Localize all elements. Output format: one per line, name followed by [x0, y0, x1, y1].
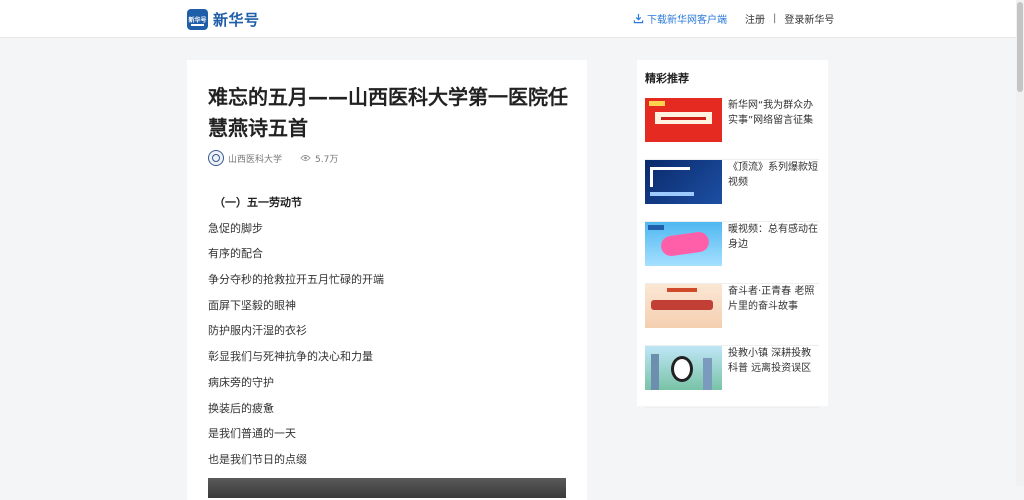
recommendation-title[interactable]: 暖视频：总有感动在身边 [728, 222, 820, 252]
article-card: 难忘的五月——山西医科大学第一医院任慧燕诗五首 山西医科大学 5.7万 （一）五… [187, 60, 587, 500]
poem-line: 争分夺秒的抢救拉开五月忙碌的开端 [208, 273, 384, 287]
article-meta: 山西医科大学 5.7万 [208, 150, 338, 166]
page-scrollbar[interactable] [1016, 0, 1024, 486]
poem-line: 防护服内汗湿的衣衫 [208, 324, 307, 338]
recommendation-item[interactable]: 奋斗者·正青春 老照片里的奋斗故事 [645, 284, 819, 346]
recommendation-thumbnail[interactable] [645, 160, 722, 204]
recommendation-thumbnail[interactable] [645, 222, 722, 266]
top-navigation-bar: 新华号 新华号 下载新华网客户端 注册 | 登录新华号 [0, 0, 1024, 38]
author-avatar[interactable] [208, 150, 224, 166]
recommendation-thumbnail[interactable] [645, 98, 722, 142]
view-count: 5.7万 [300, 152, 338, 165]
xinhuahao-logo[interactable]: 新华号 新华号 [187, 8, 260, 30]
download-label: 下载新华网客户端 [647, 15, 727, 26]
logo-mark-text: 新华号 [188, 16, 207, 24]
logo-icon: 新华号 [187, 8, 208, 30]
download-icon [633, 13, 644, 24]
poem-line: 换装后的疲惫 [208, 401, 274, 415]
register-link[interactable]: 注册 [745, 11, 765, 26]
university-emblem-icon [212, 154, 220, 162]
article-body: （一）五一劳动节 急促的脚步 有序的配合 争分夺秒的抢救拉开五月忙碌的开端 面屏… [208, 194, 568, 477]
view-count-value: 5.7万 [315, 154, 339, 165]
scrollbar-thumb[interactable] [1017, 2, 1023, 92]
recommendation-title[interactable]: 投教小镇 深耕投教科普 远离投资误区 [728, 346, 820, 376]
poem-line: 有序的配合 [208, 247, 263, 261]
poem-line: 急促的脚步 [208, 221, 263, 235]
recommendation-item[interactable]: 《顶流》系列爆款短视频 [645, 160, 819, 222]
download-app-link[interactable]: 下载新华网客户端 [633, 11, 727, 26]
section-heading: （一）五一劳动节 [214, 196, 302, 209]
recommendation-item[interactable]: 新华网“我为群众办实事”网络留言征集 [645, 98, 819, 160]
recommendation-thumbnail[interactable] [645, 346, 722, 390]
poem-line: 是我们普通的一天 [208, 427, 296, 441]
poem-line: 也是我们节日的点缀 [208, 452, 307, 466]
recommendation-title[interactable]: 《顶流》系列爆款短视频 [728, 160, 820, 190]
recommendation-item[interactable]: 投教小镇 深耕投教科普 远离投资误区 [645, 346, 819, 408]
eye-icon [300, 155, 311, 161]
recommendation-title[interactable]: 新华网“我为群众办实事”网络留言征集 [728, 98, 820, 128]
recommendation-title[interactable]: 奋斗者·正青春 老照片里的奋斗故事 [728, 284, 820, 314]
poem-line: 面屏下坚毅的眼神 [208, 298, 296, 312]
recommendations-title: 精彩推荐 [645, 72, 689, 85]
logo-text: 新华号 [213, 10, 260, 29]
article-photo [208, 478, 566, 498]
recommendation-thumbnail[interactable] [645, 284, 722, 328]
login-link[interactable]: 登录新华号 [784, 11, 834, 26]
auth-separator: | [773, 13, 777, 24]
auth-links: 注册 | 登录新华号 [745, 11, 834, 26]
poem-line: 彰显我们与死神抗争的决心和力量 [208, 350, 373, 364]
poem-line: 病床旁的守护 [208, 375, 274, 389]
article-title: 难忘的五月——山西医科大学第一医院任慧燕诗五首 [208, 85, 568, 140]
author-name[interactable]: 山西医科大学 [228, 152, 282, 165]
recommendations-panel: 精彩推荐 新华网“我为群众办实事”网络留言征集 《顶流》系列爆款短视频 暖视频：… [637, 60, 828, 408]
recommendation-item[interactable]: 暖视频：总有感动在身边 [645, 222, 819, 284]
